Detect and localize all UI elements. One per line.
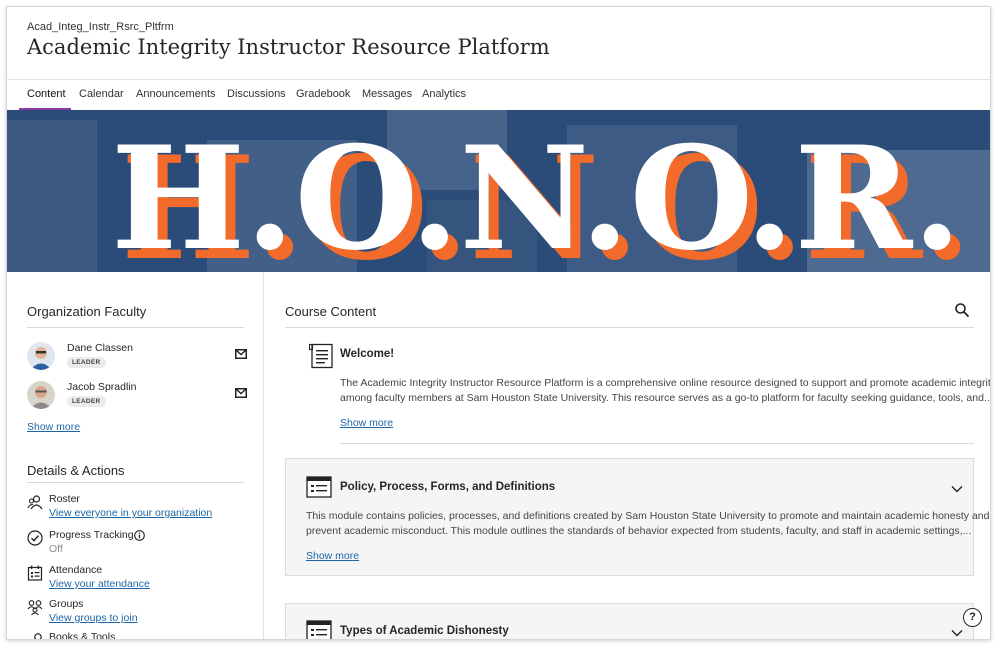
attendance-link[interactable]: View your attendance <box>49 578 150 590</box>
progress-tracking-status: Off <box>49 543 63 555</box>
books-tools-title[interactable]: Books & Tools <box>49 631 115 639</box>
progress-tracking-title: Progress Tracking <box>49 529 134 541</box>
module-icon <box>306 620 332 639</box>
role-badge: LEADER <box>67 396 106 407</box>
module-description: This module contains policies, processes… <box>306 509 990 539</box>
mail-icon[interactable] <box>235 388 247 398</box>
mail-icon[interactable] <box>235 349 247 359</box>
course-code: Acad_Integ_Instr_Rsrc_Pltfrm <box>27 21 174 33</box>
left-sidebar: Organization Faculty Dane Classen LEADER <box>7 272 264 639</box>
faculty-title: Organization Faculty <box>27 304 147 319</box>
welcome-divider <box>340 443 974 444</box>
faculty-name: Jacob Spradlin <box>67 381 137 393</box>
module-dishonesty: Types of Academic Dishonesty <box>285 603 974 639</box>
avatar[interactable] <box>27 342 55 370</box>
progress-check-icon <box>27 530 43 546</box>
action-books-tools: Books & Tools <box>27 631 257 639</box>
course-content-title: Course Content <box>285 304 377 319</box>
roster-link[interactable]: View everyone in your organization <box>49 507 212 519</box>
faculty-member: Dane Classen LEADER <box>27 342 247 376</box>
tab-content[interactable]: Content <box>27 88 66 100</box>
groups-link[interactable]: View groups to join <box>49 612 138 624</box>
chevron-down-icon[interactable] <box>951 485 963 493</box>
module-show-more-link[interactable]: Show more <box>306 550 359 562</box>
tab-messages[interactable]: Messages <box>362 88 412 100</box>
tools-icon <box>34 633 42 639</box>
tab-analytics[interactable]: Analytics <box>422 88 466 100</box>
app-window: Acad_Integ_Instr_Rsrc_Pltfrm Academic In… <box>6 6 991 640</box>
faculty-show-more-link[interactable]: Show more <box>27 421 80 433</box>
help-button[interactable]: ? <box>963 608 982 627</box>
module-icon <box>306 476 332 498</box>
course-header: Acad_Integ_Instr_Rsrc_Pltfrm Academic In… <box>7 7 990 79</box>
faculty-divider <box>27 327 244 328</box>
banner-text: H.O.N.O.R. <box>111 116 962 272</box>
welcome-description: The Academic Integrity Instructor Resour… <box>340 376 991 406</box>
info-icon[interactable] <box>134 530 145 541</box>
banner-image: H.O.N.O.R. H.O.N.O.R. <box>7 110 990 272</box>
module-line-2: prevent academic misconduct. This module… <box>306 525 972 537</box>
attendance-icon <box>27 565 43 581</box>
roster-title: Roster <box>49 493 80 505</box>
document-icon <box>309 343 333 369</box>
action-groups: Groups View groups to join <box>27 598 257 628</box>
groups-icon <box>27 600 43 615</box>
attendance-title: Attendance <box>49 564 103 576</box>
course-content-area: Course Content Welcome! The Academic Int… <box>265 272 991 639</box>
action-progress-tracking: Progress Tracking Off <box>27 529 257 559</box>
tab-calendar[interactable]: Calendar <box>79 88 124 100</box>
course-banner: H.O.N.O.R. H.O.N.O.R. <box>7 110 990 272</box>
search-icon[interactable] <box>954 302 970 318</box>
role-badge: LEADER <box>67 357 106 368</box>
module-title[interactable]: Policy, Process, Forms, and Definitions <box>340 481 555 493</box>
roster-icon <box>27 495 43 510</box>
welcome-show-more-link[interactable]: Show more <box>340 417 393 429</box>
tab-announcements[interactable]: Announcements <box>136 88 216 100</box>
action-roster: Roster View everyone in your organizatio… <box>27 493 257 523</box>
course-nav-tabs: Content Calendar Announcements Discussio… <box>7 79 990 111</box>
details-divider <box>27 482 244 483</box>
content-divider <box>285 327 974 328</box>
course-title: Academic Integrity Instructor Resource P… <box>27 35 550 59</box>
faculty-member: Jacob Spradlin LEADER <box>27 381 247 415</box>
avatar[interactable] <box>27 381 55 409</box>
chevron-down-icon[interactable] <box>951 629 963 637</box>
faculty-name: Dane Classen <box>67 342 133 354</box>
welcome-title[interactable]: Welcome! <box>340 348 394 360</box>
groups-title: Groups <box>49 598 84 610</box>
tab-gradebook[interactable]: Gradebook <box>296 88 350 100</box>
welcome-line-1: The Academic Integrity Instructor Resour… <box>340 377 991 389</box>
module-policy: Policy, Process, Forms, and Definitions … <box>285 458 990 576</box>
action-attendance: Attendance View your attendance <box>27 564 257 594</box>
details-title: Details & Actions <box>27 463 125 478</box>
module-title[interactable]: Types of Academic Dishonesty <box>340 625 509 637</box>
welcome-line-2: among faculty members at Sam Houston Sta… <box>340 392 991 404</box>
module-line-1: This module contains policies, processes… <box>306 510 990 522</box>
tab-discussions[interactable]: Discussions <box>227 88 286 100</box>
